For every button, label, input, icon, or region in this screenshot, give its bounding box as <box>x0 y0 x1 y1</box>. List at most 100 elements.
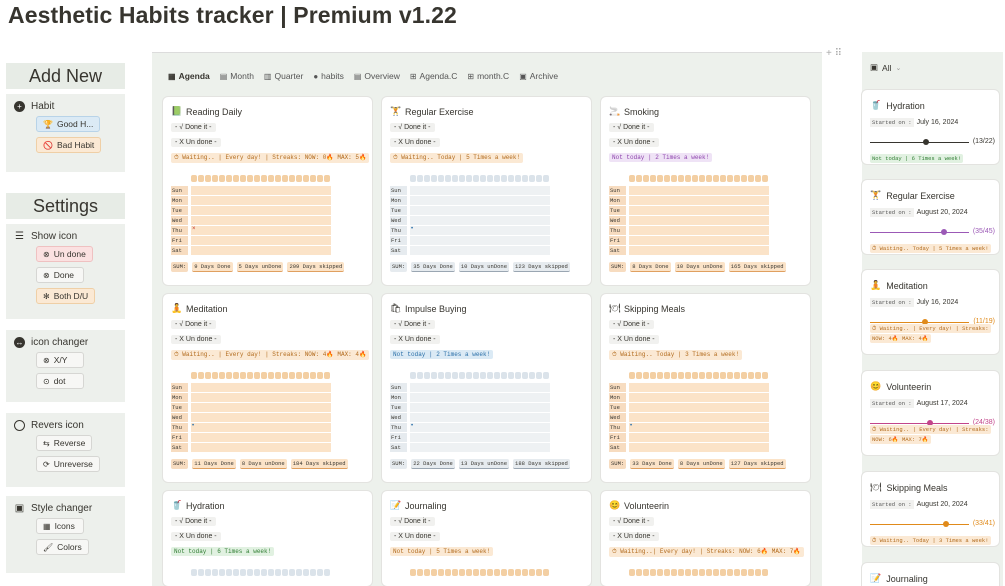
started-label: Started on : <box>870 118 914 127</box>
un-done-button[interactable]: - X Un done - <box>609 138 659 147</box>
day-label: Sat <box>171 443 188 452</box>
grid-header-cell <box>247 372 253 379</box>
reverse-button[interactable]: ⇆ Reverse <box>36 435 93 451</box>
done-it-button[interactable]: - √ Done it - <box>609 123 654 132</box>
bad-habit-button[interactable]: 🚫 Bad Habit <box>36 137 102 153</box>
un-done-button[interactable]: - X Un done - <box>390 335 440 344</box>
un-done-button[interactable]: - X Un done - <box>609 335 659 344</box>
grid-header-cell <box>501 175 507 182</box>
both-button[interactable]: ✻ Both D/U <box>36 288 96 304</box>
progress-track <box>870 524 969 525</box>
grid-header-cell <box>529 372 535 379</box>
sum-value: 184 Days skipped <box>290 459 348 469</box>
tab-month[interactable]: ▤ Month <box>220 71 254 81</box>
icons-label: Icons <box>54 521 75 531</box>
un-done-button[interactable]: ⊗ Un done <box>36 246 93 262</box>
xy-button[interactable]: ⊗ X/Y <box>36 352 84 368</box>
grid-header-cell <box>657 372 663 379</box>
done-it-button[interactable]: - √ Done it - <box>390 517 435 526</box>
day-row <box>191 403 331 412</box>
grid-header-cell <box>536 569 542 576</box>
grid-header-cell <box>685 372 691 379</box>
show-icon-box: ☰ Show icon ⊗ Un done ⊗ Done ✻ Both D/U <box>6 224 125 319</box>
tab-habits[interactable]: ● habits <box>313 71 344 81</box>
done-it-button[interactable]: - √ Done it - <box>609 517 654 526</box>
tab-agenda-c[interactable]: ⊞ Agenda.C <box>410 71 458 81</box>
tab-month-c[interactable]: ⊞ month.C <box>467 71 509 81</box>
skipping-meals-icon: 🍽 <box>870 482 882 492</box>
un-done-button[interactable]: - X Un done - <box>171 532 221 541</box>
grid-header-cell <box>205 175 211 182</box>
tab-quarter[interactable]: ▥ Quarter <box>264 71 303 81</box>
grid-header-cell <box>671 569 677 576</box>
un-done-button[interactable]: - X Un done - <box>609 532 659 541</box>
habit-card: 🍽 Skipping Meals - √ Done it - - X Un done … <box>601 294 810 482</box>
colors-button[interactable]: 🖌 Colors <box>36 539 89 555</box>
card-title: 🏋 Regular Exercise <box>390 106 474 117</box>
un-done-button[interactable]: - X Un done - <box>171 138 221 147</box>
day-label: Tue <box>171 206 188 215</box>
meditation-icon: 🧘 <box>870 280 882 290</box>
progress-bar: (35/45) <box>870 227 995 239</box>
sum-value: 22 Days Done <box>411 459 455 469</box>
day-label: Wed <box>390 216 407 225</box>
grid-header-cell <box>543 175 549 182</box>
filter-dropdown[interactable]: ▣ All ⌄ <box>870 62 901 73</box>
plus-icon: + <box>14 101 25 112</box>
day-row <box>191 226 331 235</box>
dot-label: dot <box>53 376 66 386</box>
tab-archive[interactable]: ▣ Archive <box>519 71 558 81</box>
grid-header-cell <box>755 372 761 379</box>
x-circle-icon: ⊗ <box>43 355 50 365</box>
done-button[interactable]: ⊗ Done <box>36 267 84 283</box>
started-date: July 16, 2024 <box>916 299 959 306</box>
icons-button[interactable]: ▦ Icons <box>36 518 84 534</box>
grid-header-cell <box>508 569 514 576</box>
circle-icon <box>14 420 25 431</box>
grid-header-cell <box>219 372 225 379</box>
done-it-button[interactable]: - √ Done it - <box>171 123 216 132</box>
habit-card: 🚬 Smoking - √ Done it - - X Un done - Not to… <box>601 97 810 285</box>
progress-status: ⏱ Waiting.. | Every day! | Streaks: NOW: … <box>870 324 995 344</box>
day-label: Sun <box>390 186 407 195</box>
done-it-button[interactable]: - √ Done it - <box>609 320 654 329</box>
grid-header-cell <box>198 175 204 182</box>
unreverse-button[interactable]: ⟳ Unreverse <box>36 456 100 472</box>
day-label: Sun <box>171 186 188 195</box>
grid-header-cell <box>755 569 761 576</box>
grid-header-cell <box>706 175 712 182</box>
good-habit-label: Good H... <box>56 119 94 129</box>
progress-card-title-text: Meditation <box>886 280 928 291</box>
grid-header-cell <box>226 569 232 576</box>
tab-icon: ▥ <box>263 71 272 81</box>
progress-track <box>870 322 969 323</box>
tab-overview[interactable]: ▤ Overview <box>354 71 400 81</box>
un-done-button[interactable]: - X Un done - <box>171 335 221 344</box>
started-date: July 16, 2024 <box>916 119 959 126</box>
day-row <box>191 186 331 195</box>
tab-agenda[interactable]: ▦ Agenda <box>168 71 210 81</box>
done-it-button[interactable]: - √ Done it - <box>171 517 216 526</box>
done-it-button[interactable]: - √ Done it - <box>171 320 216 329</box>
card-title: 🍽 Skipping Meals <box>609 303 685 314</box>
good-habit-button[interactable]: 🏆 Good H... <box>36 116 101 132</box>
un-done-button[interactable]: - X Un done - <box>390 532 440 541</box>
grid-header-cell <box>678 372 684 379</box>
sum-value: 9 Days Done <box>192 262 233 272</box>
add-block-icon[interactable]: + ⠿ <box>826 48 842 59</box>
progress-status: Not today | 6 Times a week! <box>870 154 995 164</box>
day-row <box>629 246 769 255</box>
show-icon-label: Show icon <box>31 231 78 242</box>
both-label: Both D/U <box>53 291 89 301</box>
progress-dot <box>923 139 930 145</box>
un-done-button[interactable]: - X Un done - <box>390 138 440 147</box>
grid-header-cell <box>480 372 486 379</box>
progress-card-title: 🏋 Regular Exercise <box>870 190 955 201</box>
day-row <box>629 196 769 205</box>
done-it-button[interactable]: - √ Done it - <box>390 123 435 132</box>
impulse-buying-icon: 🛍 <box>390 303 402 313</box>
image-icon: ▣ <box>14 503 25 514</box>
dot-button[interactable]: ⊙ dot <box>36 373 84 389</box>
progress-dot <box>943 521 949 527</box>
done-it-button[interactable]: - √ Done it - <box>390 320 435 329</box>
